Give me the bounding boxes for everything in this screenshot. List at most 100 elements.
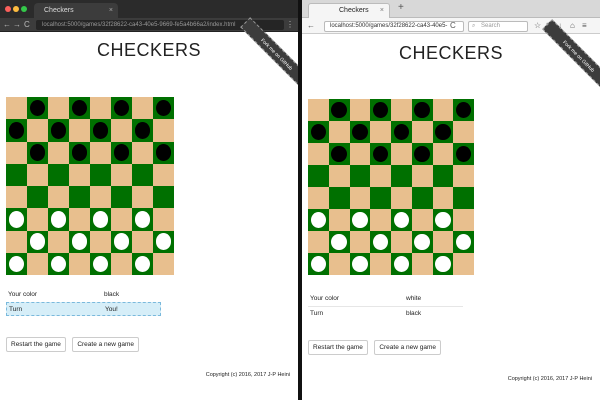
black-piece[interactable] xyxy=(92,122,109,139)
board-square[interactable] xyxy=(308,143,329,165)
board-square[interactable] xyxy=(453,121,474,143)
board-square[interactable] xyxy=(48,186,69,209)
board-square[interactable] xyxy=(69,252,90,275)
home-icon[interactable]: ⌂ xyxy=(570,18,575,34)
board-square[interactable] xyxy=(411,231,433,253)
board-square[interactable] xyxy=(153,141,174,164)
board-square[interactable] xyxy=(349,187,371,209)
white-piece[interactable] xyxy=(50,255,67,273)
board-square[interactable] xyxy=(69,97,90,120)
board-square[interactable] xyxy=(27,141,48,164)
browser-tab[interactable]: Checkers × xyxy=(308,3,390,18)
board-square[interactable] xyxy=(370,99,391,121)
black-piece[interactable] xyxy=(331,101,347,119)
board-square[interactable] xyxy=(111,119,132,142)
board-square[interactable] xyxy=(349,121,371,143)
reload-icon[interactable]: C xyxy=(24,18,30,32)
black-piece[interactable] xyxy=(113,144,130,161)
board-square[interactable] xyxy=(90,230,111,253)
white-piece[interactable] xyxy=(435,255,451,273)
board-square[interactable] xyxy=(153,119,174,142)
board-square[interactable] xyxy=(132,252,153,275)
white-piece[interactable] xyxy=(372,233,389,251)
board-square[interactable] xyxy=(391,209,412,231)
board-square[interactable] xyxy=(349,253,371,275)
board-square[interactable] xyxy=(132,163,153,186)
board-square[interactable] xyxy=(111,208,132,231)
menu-icon[interactable]: ≡ xyxy=(582,18,587,34)
reload-icon[interactable]: C xyxy=(450,18,456,34)
board-square[interactable] xyxy=(69,230,90,253)
board-square[interactable] xyxy=(6,163,27,186)
white-piece[interactable] xyxy=(8,255,25,273)
white-piece[interactable] xyxy=(414,233,430,251)
black-piece[interactable] xyxy=(71,144,88,161)
board-square[interactable] xyxy=(370,121,391,143)
white-piece[interactable] xyxy=(393,211,410,229)
black-piece[interactable] xyxy=(393,123,410,141)
board-square[interactable] xyxy=(27,97,48,120)
white-piece[interactable] xyxy=(435,211,451,229)
board-square[interactable] xyxy=(69,186,90,209)
board-square[interactable] xyxy=(90,119,111,142)
board-square[interactable] xyxy=(328,187,350,209)
board-square[interactable] xyxy=(411,253,433,275)
bookmark-star-icon[interactable]: ☆ xyxy=(534,18,541,34)
board-square[interactable] xyxy=(370,143,391,165)
white-piece[interactable] xyxy=(393,255,410,273)
maximize-window-icon[interactable] xyxy=(21,6,27,12)
board-square[interactable] xyxy=(6,119,27,142)
black-piece[interactable] xyxy=(331,145,347,163)
board-square[interactable] xyxy=(27,252,48,275)
black-piece[interactable] xyxy=(435,123,451,141)
board-square[interactable] xyxy=(349,99,371,121)
board-square[interactable] xyxy=(391,121,412,143)
board-square[interactable] xyxy=(432,209,454,231)
board-square[interactable] xyxy=(432,253,454,275)
board-square[interactable] xyxy=(432,165,454,187)
board-square[interactable] xyxy=(370,231,391,253)
board-square[interactable] xyxy=(90,186,111,209)
board-square[interactable] xyxy=(48,208,69,231)
white-piece[interactable] xyxy=(71,233,88,250)
board-square[interactable] xyxy=(6,208,27,231)
board-square[interactable] xyxy=(432,231,454,253)
board-square[interactable] xyxy=(370,187,391,209)
board-square[interactable] xyxy=(153,163,174,186)
board-square[interactable] xyxy=(308,99,329,121)
board-square[interactable] xyxy=(432,99,454,121)
white-piece[interactable] xyxy=(310,211,327,229)
black-piece[interactable] xyxy=(8,122,25,139)
board-square[interactable] xyxy=(132,230,153,253)
black-piece[interactable] xyxy=(372,145,389,163)
board-square[interactable] xyxy=(391,165,412,187)
white-piece[interactable] xyxy=(352,211,368,229)
board-square[interactable] xyxy=(432,187,454,209)
board-square[interactable] xyxy=(328,165,350,187)
board-square[interactable] xyxy=(453,253,474,275)
board-square[interactable] xyxy=(48,119,69,142)
board-square[interactable] xyxy=(48,230,69,253)
board-square[interactable] xyxy=(69,119,90,142)
board-square[interactable] xyxy=(111,252,132,275)
black-piece[interactable] xyxy=(155,144,172,161)
board-square[interactable] xyxy=(48,141,69,164)
tab-close-icon[interactable]: × xyxy=(109,3,113,18)
board-square[interactable] xyxy=(411,143,433,165)
board-square[interactable] xyxy=(153,230,174,253)
board-square[interactable] xyxy=(308,165,329,187)
board-square[interactable] xyxy=(328,209,350,231)
board-square[interactable] xyxy=(411,99,433,121)
back-icon[interactable]: ← xyxy=(3,18,11,32)
board-square[interactable] xyxy=(69,208,90,231)
board-square[interactable] xyxy=(6,230,27,253)
close-window-icon[interactable] xyxy=(5,6,11,12)
board-square[interactable] xyxy=(308,187,329,209)
board-square[interactable] xyxy=(27,163,48,186)
board-square[interactable] xyxy=(90,208,111,231)
white-piece[interactable] xyxy=(155,233,172,250)
board-square[interactable] xyxy=(432,121,454,143)
board-square[interactable] xyxy=(48,97,69,120)
board-square[interactable] xyxy=(111,186,132,209)
board-square[interactable] xyxy=(328,231,350,253)
